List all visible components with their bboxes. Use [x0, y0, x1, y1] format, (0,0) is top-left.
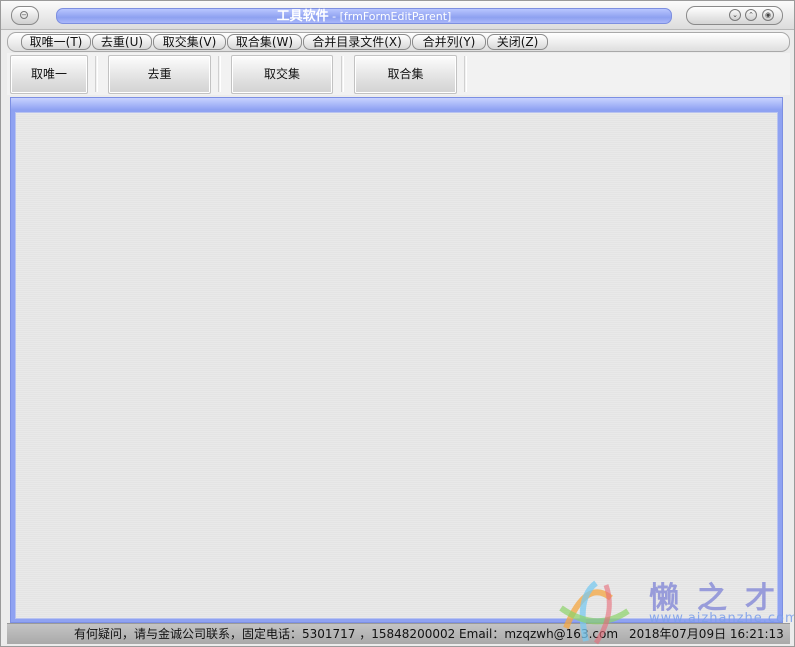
watermark-logo: 懒之才 www.aizhanzhe.com	[556, 573, 795, 646]
menu-item-merge-columns[interactable]: 合并列(Y)	[412, 34, 486, 50]
toolbar-separator	[464, 56, 467, 92]
close-icon[interactable]: ◉	[762, 9, 774, 21]
window-controls: ⌄ ⌃ ◉	[686, 6, 783, 25]
toolbar: 取唯一 去重 取交集 取合集	[7, 53, 790, 95]
system-menu-icon: −	[20, 11, 28, 19]
minimize-icon[interactable]: ⌄	[729, 9, 741, 21]
app-window: − 工具软件 - [frmFormEditParent] ⌄ ⌃ ◉ 取唯一(T…	[0, 0, 795, 647]
menu-bar: 取唯一(T) 去重(U) 取交集(V) 取合集(W) 合并目录文件(X) 合并列…	[7, 32, 790, 52]
status-contact-info: 有何疑问，请与金诚公司联系，固定电话：5301717 ，15848200002 …	[74, 627, 619, 641]
menu-item-intersection[interactable]: 取交集(V)	[153, 34, 226, 50]
watermark-domain: www.aizhanzhe.com	[649, 611, 795, 626]
toolbar-separator	[341, 56, 344, 92]
menu-item-dedupe[interactable]: 去重(U)	[92, 34, 152, 50]
window-title: 工具软件	[276, 9, 329, 24]
watermark-emblem-icon	[559, 580, 630, 645]
toolbar-intersection-button[interactable]: 取交集	[231, 55, 333, 94]
menu-item-close[interactable]: 关闭(Z)	[487, 34, 548, 50]
toolbar-separator	[218, 56, 221, 92]
client-header-strip	[11, 98, 782, 110]
window-subtitle: - [frmFormEditParent]	[328, 10, 452, 23]
maximize-icon[interactable]: ⌃	[745, 9, 757, 21]
system-menu-button[interactable]: −	[11, 6, 39, 25]
mdi-client-area	[10, 97, 783, 623]
title-bar[interactable]: − 工具软件 - [frmFormEditParent] ⌄ ⌃ ◉	[1, 1, 794, 30]
toolbar-separator	[95, 56, 98, 92]
menu-item-merge-files[interactable]: 合并目录文件(X)	[303, 34, 411, 50]
toolbar-union-button[interactable]: 取合集	[354, 55, 457, 94]
toolbar-dedupe-button[interactable]: 去重	[108, 55, 211, 94]
title-caption: 工具软件 - [frmFormEditParent]	[56, 8, 672, 24]
menu-item-unique[interactable]: 取唯一(T)	[21, 34, 91, 50]
client-workspace[interactable]	[15, 112, 778, 619]
toolbar-unique-button[interactable]: 取唯一	[10, 55, 88, 94]
menu-item-union[interactable]: 取合集(W)	[227, 34, 302, 50]
